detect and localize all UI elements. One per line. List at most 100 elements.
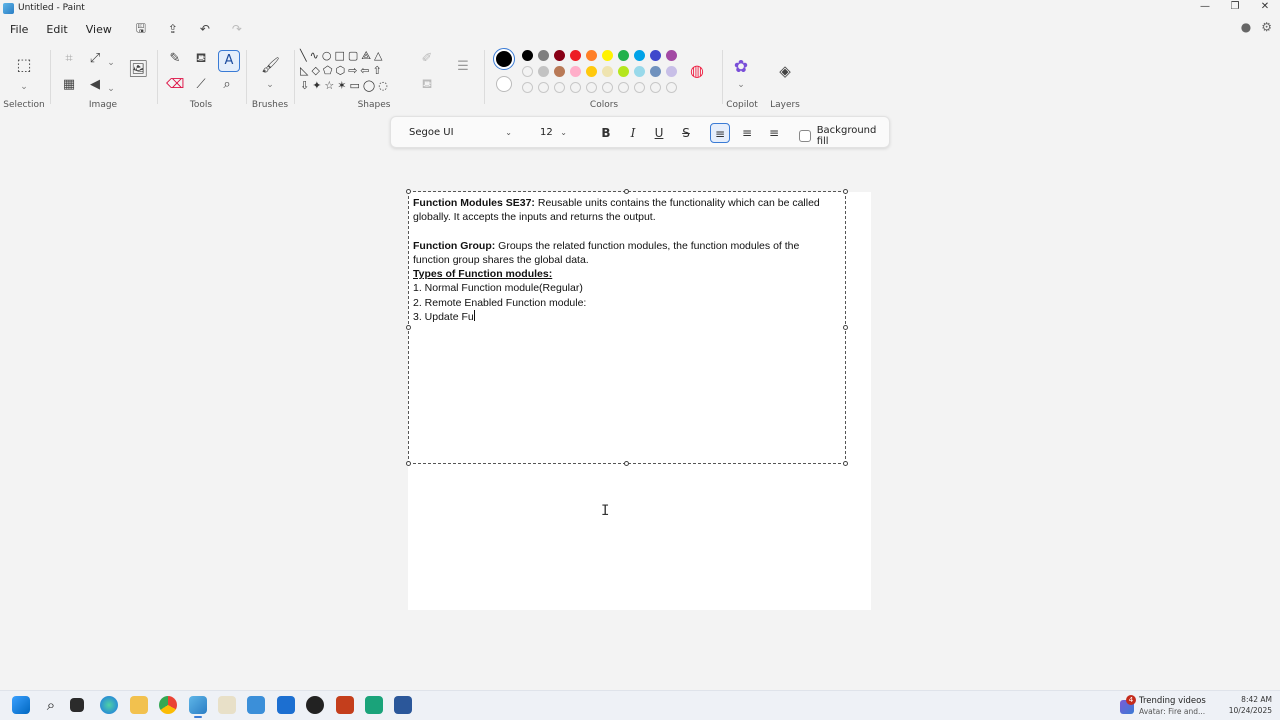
- image-generator-icon[interactable]: 🖼: [128, 60, 148, 78]
- layers-icon[interactable]: ◈: [776, 62, 794, 80]
- background-fill-toggle[interactable]: Background fill: [799, 125, 889, 147]
- windows-start-icon[interactable]: [12, 696, 30, 714]
- resize-handle-top[interactable]: [624, 189, 629, 194]
- color-swatch[interactable]: [586, 66, 597, 77]
- powerpoint-icon[interactable]: [336, 696, 354, 714]
- color-swatch[interactable]: [586, 82, 597, 93]
- chevron-down-icon[interactable]: ⌄: [736, 76, 746, 94]
- background-fill-checkbox[interactable]: [799, 130, 811, 142]
- search-icon[interactable]: ⌕: [42, 696, 60, 714]
- color-swatch[interactable]: [554, 50, 565, 61]
- color-swatch[interactable]: [538, 50, 549, 61]
- color-picker-icon[interactable]: ⟋: [192, 76, 210, 94]
- crop-icon[interactable]: ⌗: [60, 50, 78, 68]
- save-icon[interactable]: 🖫: [134, 19, 148, 40]
- color-swatch[interactable]: [522, 82, 533, 93]
- color-swatch[interactable]: [602, 66, 613, 77]
- primary-color-swatch[interactable]: [493, 48, 515, 70]
- task-view-icon[interactable]: [70, 698, 84, 712]
- photos-icon[interactable]: [277, 696, 295, 714]
- share-icon[interactable]: ⇪: [166, 22, 180, 36]
- align-center-button[interactable]: ≡: [737, 123, 757, 143]
- shapes-gallery[interactable]: ╲∿○□▢⟁△ ◺◇⬠⬡⇨⇦⇧ ⇩✦☆✶▭◯◌: [300, 48, 410, 93]
- color-swatch[interactable]: [618, 82, 629, 93]
- font-size-select[interactable]: 12 ⌄: [531, 123, 571, 143]
- magnifier-icon[interactable]: ⌕: [218, 76, 236, 94]
- resize-icon[interactable]: ⤢: [86, 50, 104, 68]
- color-swatch[interactable]: [522, 50, 533, 61]
- maximize-button[interactable]: ❐: [1220, 0, 1250, 16]
- remote-desktop-icon[interactable]: [247, 696, 265, 714]
- text-tool-icon[interactable]: A: [218, 50, 240, 72]
- strikethrough-button[interactable]: S: [676, 123, 696, 143]
- color-swatch[interactable]: [522, 66, 533, 77]
- select-rectangle-icon[interactable]: ⬚: [15, 56, 33, 74]
- font-family-select[interactable]: Segoe UI ⌄: [401, 123, 516, 143]
- snipping-tool-icon[interactable]: [218, 696, 236, 714]
- fill-bucket-icon[interactable]: ⛾: [192, 50, 210, 68]
- color-swatch[interactable]: [634, 82, 645, 93]
- menu-edit[interactable]: Edit: [46, 23, 67, 36]
- close-button[interactable]: ✕: [1250, 0, 1280, 16]
- text-box-content[interactable]: Function Modules SE37: Reusable units co…: [413, 196, 838, 324]
- chevron-down-icon[interactable]: ⌄: [106, 54, 116, 72]
- eraser-icon[interactable]: ⌫: [166, 76, 184, 94]
- color-swatch[interactable]: [650, 66, 661, 77]
- color-swatch[interactable]: [538, 82, 549, 93]
- align-right-button[interactable]: ≡: [764, 123, 784, 143]
- color-swatch[interactable]: [634, 66, 645, 77]
- color-swatch[interactable]: [634, 50, 645, 61]
- brush-icon[interactable]: 🖌: [261, 56, 280, 74]
- color-swatch[interactable]: [554, 82, 565, 93]
- size-icon[interactable]: ☰: [454, 58, 472, 76]
- edge-browser-icon[interactable]: [100, 696, 118, 714]
- color-swatch[interactable]: [570, 66, 581, 77]
- resize-handle-top-right[interactable]: [843, 189, 848, 194]
- word-icon[interactable]: [394, 696, 412, 714]
- color-swatch[interactable]: [570, 82, 581, 93]
- copilot-icon[interactable]: ✿: [732, 58, 750, 76]
- pencil-icon[interactable]: ✎: [166, 50, 184, 68]
- redo-icon[interactable]: ↷: [230, 22, 244, 36]
- paint-taskbar-icon[interactable]: [189, 696, 207, 718]
- italic-button[interactable]: I: [623, 123, 643, 143]
- settings-gear-icon[interactable]: ⚙: [1261, 20, 1272, 34]
- resize-handle-left[interactable]: [406, 325, 411, 330]
- background-removal-icon[interactable]: ▦: [60, 76, 78, 94]
- edit-colors-icon[interactable]: ◍: [688, 62, 706, 80]
- account-icon[interactable]: ●: [1241, 20, 1251, 34]
- color-swatch[interactable]: [666, 50, 677, 61]
- menu-file[interactable]: File: [10, 23, 28, 36]
- resize-handle-top-left[interactable]: [406, 189, 411, 194]
- color-swatch[interactable]: [650, 50, 661, 61]
- system-clock[interactable]: 8:42 AM 10/24/2025: [1229, 694, 1272, 716]
- chrome-icon[interactable]: [159, 696, 177, 714]
- align-left-button[interactable]: ≡: [710, 123, 730, 143]
- color-swatch[interactable]: [570, 50, 581, 61]
- resize-handle-bottom[interactable]: [624, 461, 629, 466]
- news-widget[interactable]: 4 Trending videos Avatar: Fire and...: [1120, 694, 1230, 718]
- color-swatch[interactable]: [554, 66, 565, 77]
- resize-handle-bottom-right[interactable]: [843, 461, 848, 466]
- minimize-button[interactable]: —: [1190, 0, 1220, 16]
- color-swatch[interactable]: [618, 50, 629, 61]
- color-swatch[interactable]: [602, 82, 613, 93]
- color-swatch[interactable]: [586, 50, 597, 61]
- color-swatch[interactable]: [538, 66, 549, 77]
- rotate-icon[interactable]: ◀: [86, 76, 104, 94]
- media-app-icon[interactable]: [306, 696, 324, 714]
- color-swatch[interactable]: [618, 66, 629, 77]
- chevron-down-icon[interactable]: ⌄: [19, 78, 29, 96]
- undo-icon[interactable]: ↶: [198, 22, 212, 36]
- color-swatch[interactable]: [602, 50, 613, 61]
- color-swatch[interactable]: [666, 82, 677, 93]
- secondary-color-swatch[interactable]: [496, 76, 512, 92]
- color-swatch[interactable]: [666, 66, 677, 77]
- resize-handle-right[interactable]: [843, 325, 848, 330]
- chevron-down-icon[interactable]: ⌄: [265, 76, 275, 94]
- bold-button[interactable]: B: [596, 123, 616, 143]
- color-swatch[interactable]: [650, 82, 661, 93]
- underline-button[interactable]: U: [649, 123, 669, 143]
- file-explorer-icon[interactable]: [130, 696, 148, 714]
- resize-handle-bottom-left[interactable]: [406, 461, 411, 466]
